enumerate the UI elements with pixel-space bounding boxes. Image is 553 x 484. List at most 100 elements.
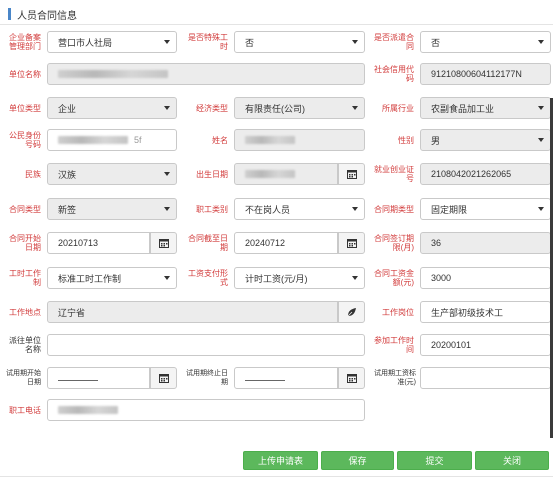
submit-button[interactable]: 提交 (397, 451, 472, 470)
location-field: 辽宁省 (47, 301, 338, 323)
upload-form-button[interactable]: 上传申请表 (243, 451, 318, 470)
caret-down-icon (164, 276, 170, 280)
wage-value: 3000 (431, 273, 452, 283)
label-record-dept: 企业备案管理部门 (9, 33, 41, 51)
caret-down-icon (352, 207, 358, 211)
redacted-phone (58, 406, 118, 414)
label-gender: 性别 (398, 135, 414, 145)
label-dispatch-unit: 派往单位名称 (9, 336, 41, 354)
caret-down-icon (164, 40, 170, 44)
wage-field[interactable]: 3000 (420, 267, 551, 289)
label-name: 姓名 (212, 135, 228, 145)
special-work-value: 否 (245, 37, 255, 48)
end-date-field[interactable]: 20240712 (234, 232, 338, 254)
industry-value: 农副食品加工业 (431, 103, 495, 114)
label-credit-code: 社会信用代码 (374, 65, 414, 83)
work-start-field[interactable]: 20200101 (420, 334, 551, 356)
trial-wage-field[interactable] (420, 367, 551, 389)
gender-select[interactable]: 男 (420, 129, 551, 151)
trial-end-field[interactable] (234, 367, 338, 389)
caret-down-icon (538, 138, 544, 142)
save-button[interactable]: 保存 (321, 451, 394, 470)
contract-type-select[interactable]: 新签 (47, 198, 177, 220)
label-location: 工作地点 (9, 307, 41, 317)
employment-cert-value: 2108042021262065 (431, 169, 512, 179)
dispatch-unit-field[interactable] (47, 334, 365, 356)
label-dispatched: 是否派遣合同 (374, 33, 414, 51)
footer-divider (0, 476, 553, 477)
label-trial-start: 试用期开始日期 (6, 370, 41, 386)
end-date-value: 20240712 (245, 238, 286, 248)
trial-end-empty (245, 379, 285, 381)
pay-form-select[interactable]: 计时工资(元/月) (234, 267, 365, 289)
term-type-select[interactable]: 固定期限 (420, 198, 551, 220)
name-field (234, 129, 365, 151)
credit-code-field: 91210800604112177N (420, 63, 551, 85)
label-worker-type: 职工类别 (196, 204, 228, 214)
redacted-id-number (58, 136, 128, 144)
label-econ-type: 经济类型 (196, 103, 228, 113)
leaf-icon[interactable] (338, 301, 365, 323)
calendar-icon[interactable] (150, 367, 177, 389)
term-months-field: 36 (420, 232, 551, 254)
caret-down-icon (538, 40, 544, 44)
term-type-value: 固定期限 (431, 204, 468, 215)
contract-type-value: 新签 (58, 204, 77, 215)
section-divider (0, 24, 553, 25)
label-industry: 所属行业 (382, 103, 414, 113)
work-hours-select[interactable]: 标准工时工作制 (47, 267, 177, 289)
label-work-hours: 工时工作制 (9, 269, 41, 287)
work-hours-value: 标准工时工作制 (58, 273, 122, 284)
worker-type-value: 不在岗人员 (245, 204, 291, 215)
dispatched-value: 否 (431, 37, 441, 48)
redacted-company-name (58, 70, 168, 78)
label-company-name: 单位名称 (9, 69, 41, 79)
location-value: 辽宁省 (58, 307, 86, 318)
industry-select[interactable]: 农副食品加工业 (420, 97, 551, 119)
calendar-icon[interactable] (150, 232, 177, 254)
label-pay-form: 工资支付形式 (188, 269, 228, 287)
close-button[interactable]: 关闭 (475, 451, 549, 470)
gender-value: 男 (431, 135, 441, 146)
caret-down-icon (352, 40, 358, 44)
position-field[interactable]: 生产部初级技术工 (420, 301, 551, 323)
special-work-select[interactable]: 否 (234, 31, 365, 53)
record-dept-select[interactable]: 营口市人社局 (47, 31, 177, 53)
company-type-select[interactable]: 企业 (47, 97, 177, 119)
label-special-work: 是否特殊工时 (188, 33, 228, 51)
caret-down-icon (538, 106, 544, 110)
dispatched-select[interactable]: 否 (420, 31, 551, 53)
label-ethnicity: 民族 (25, 169, 41, 179)
redacted-name (245, 136, 295, 144)
ethnicity-select[interactable]: 汉族 (47, 163, 177, 185)
worker-type-select[interactable]: 不在岗人员 (234, 198, 365, 220)
employment-cert-field: 2108042021262065 (420, 163, 551, 185)
section-header: 人员合同信息 (8, 7, 77, 22)
section-title: 人员合同信息 (17, 10, 77, 22)
phone-field[interactable] (47, 399, 365, 421)
start-date-value: 20210713 (58, 238, 99, 248)
pay-form-value: 计时工资(元/月) (245, 273, 308, 284)
caret-down-icon (164, 172, 170, 176)
label-contract-type: 合同类型 (9, 204, 41, 214)
label-work-start: 参加工作时间 (374, 336, 414, 354)
id-number-field[interactable]: 5f (47, 129, 177, 151)
caret-down-icon (352, 276, 358, 280)
label-id-number: 公民身份号码 (9, 131, 41, 149)
caret-down-icon (164, 207, 170, 211)
calendar-icon[interactable] (338, 232, 365, 254)
trial-start-field[interactable] (47, 367, 150, 389)
label-phone: 职工电话 (9, 405, 41, 415)
company-name-field (47, 63, 365, 85)
calendar-icon[interactable] (338, 163, 365, 185)
term-months-value: 36 (431, 238, 442, 248)
record-dept-value: 营口市人社局 (58, 37, 113, 48)
id-number-suffix: 5f (134, 135, 142, 145)
label-position: 工作岗位 (382, 307, 414, 317)
position-value: 生产部初级技术工 (431, 307, 504, 318)
start-date-field[interactable]: 20210713 (47, 232, 150, 254)
econ-type-select[interactable]: 有限责任(公司) (234, 97, 365, 119)
calendar-icon[interactable] (338, 367, 365, 389)
label-company-type: 单位类型 (9, 103, 41, 113)
label-term-months: 合同签订期限(月) (374, 234, 414, 252)
